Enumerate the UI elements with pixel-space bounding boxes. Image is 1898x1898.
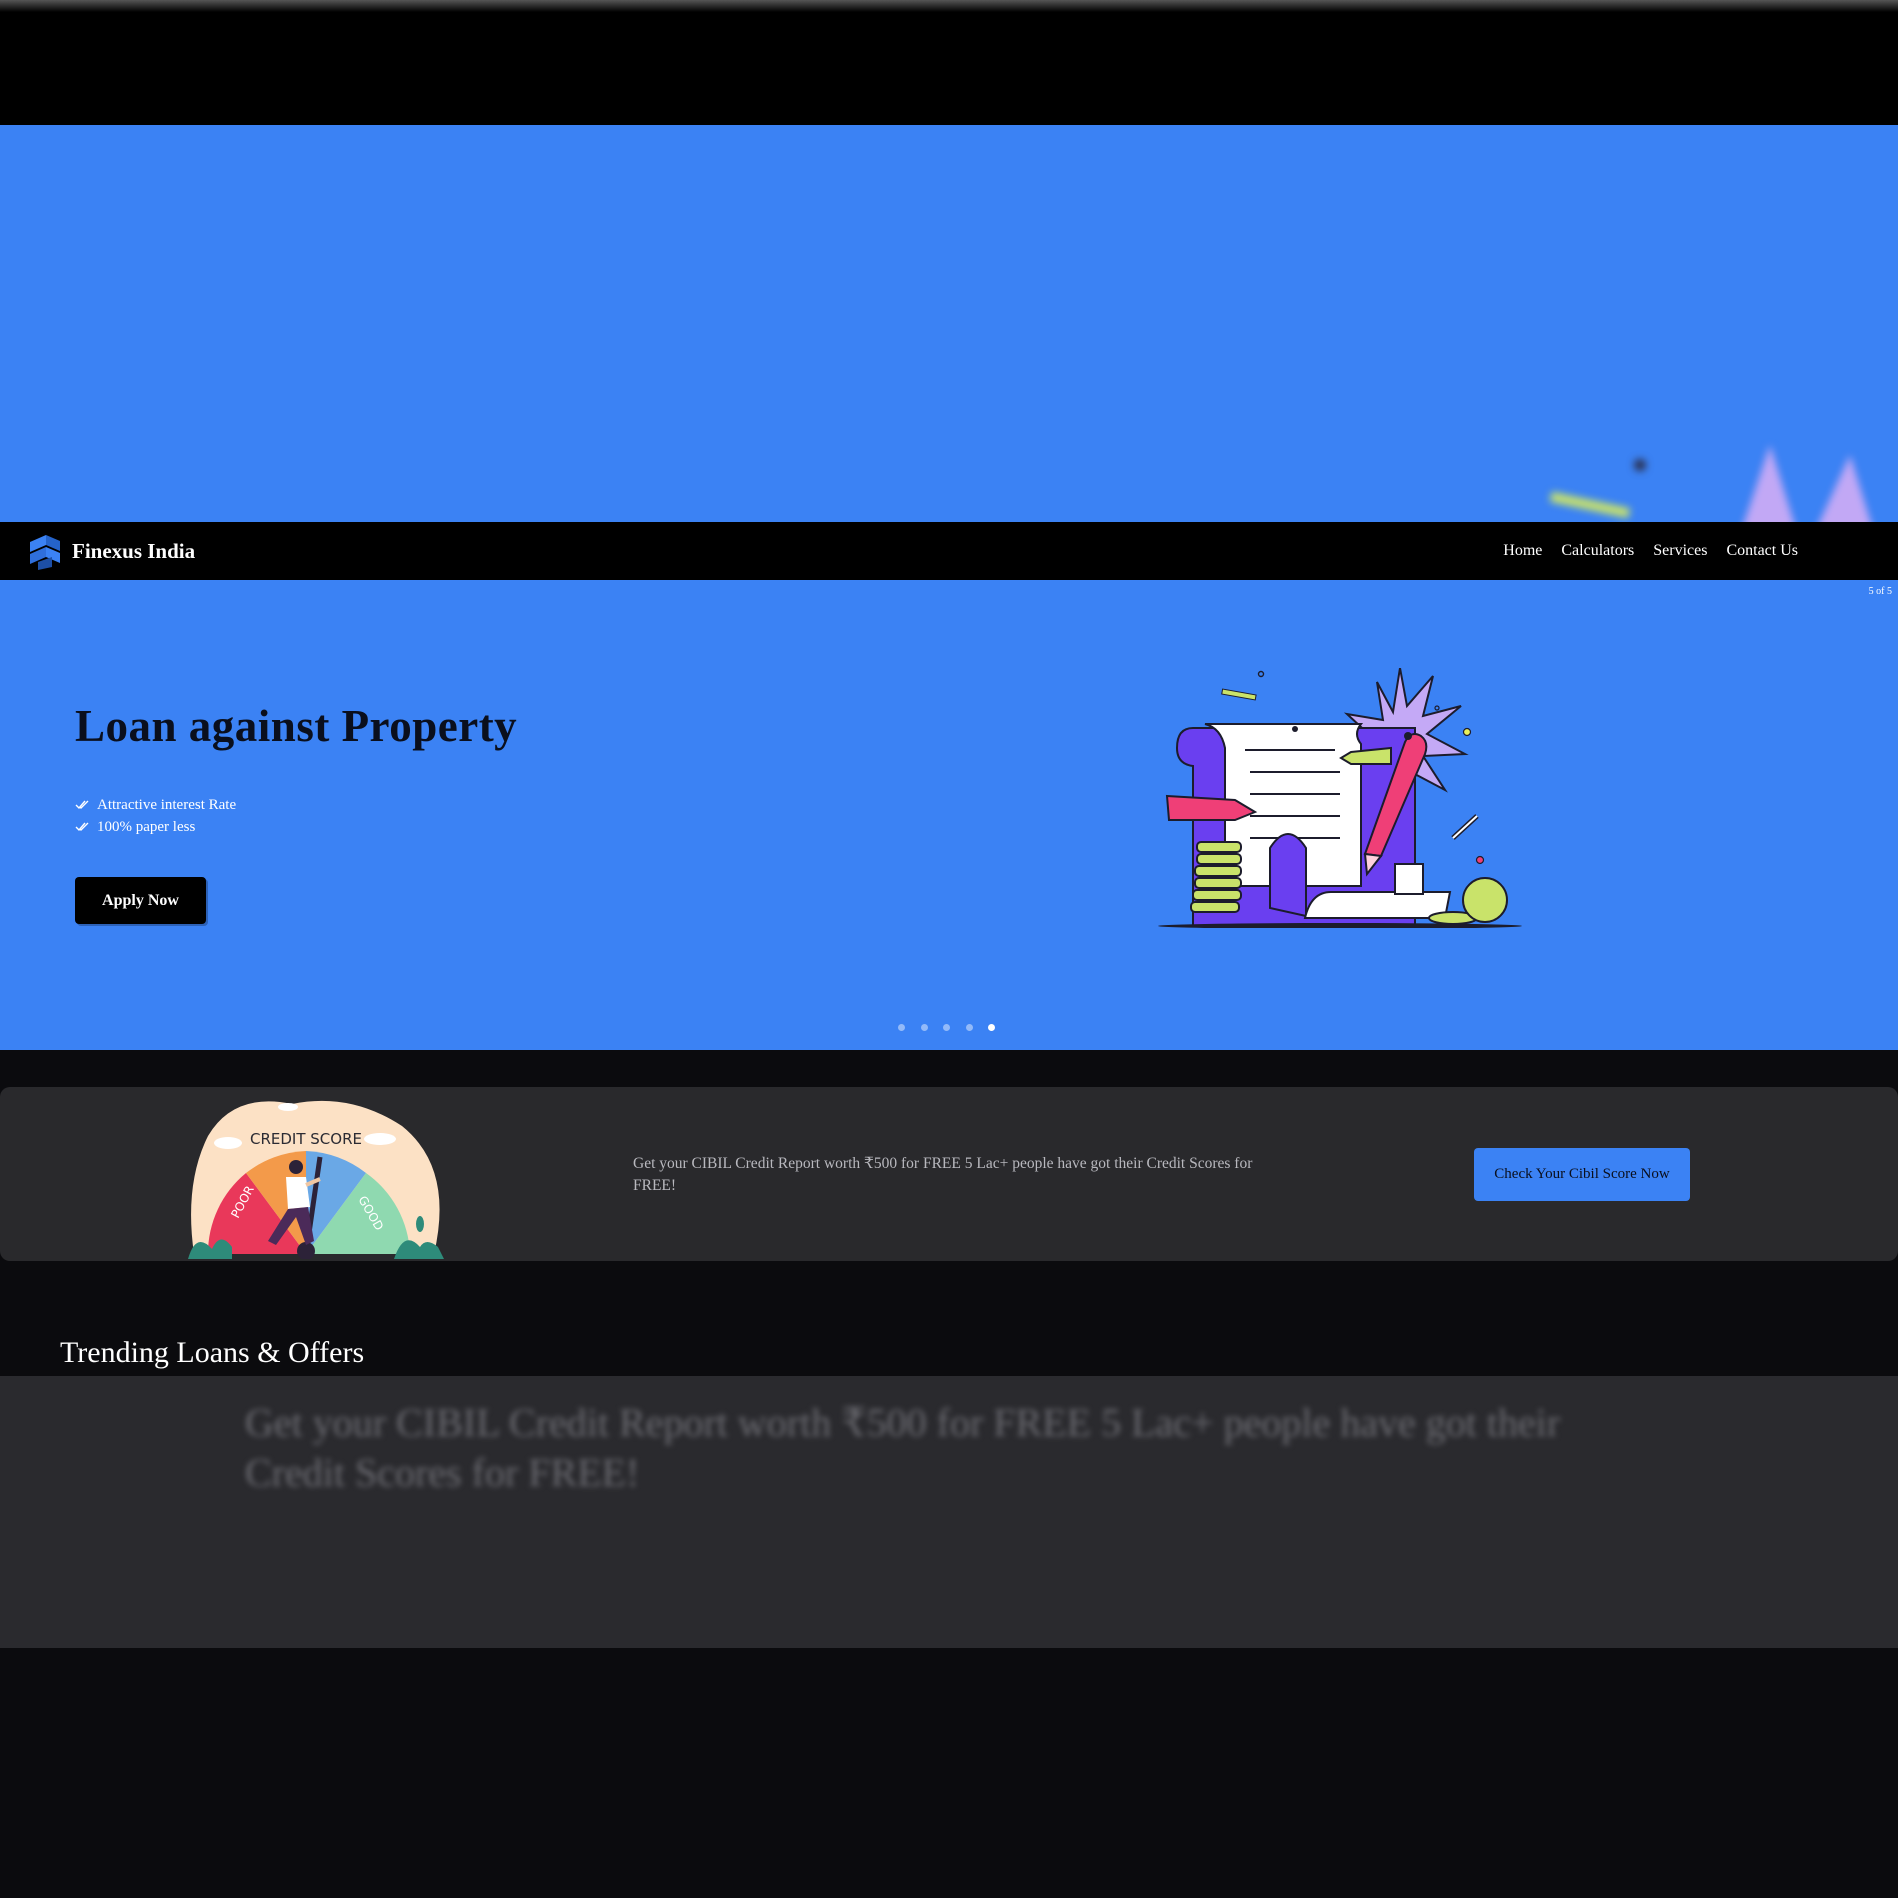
carousel-dots [898, 1024, 1011, 1031]
background-top-shade [0, 0, 1898, 12]
credit-score-illustration: CREDIT SCORE POOR GOOD [188, 1100, 444, 1259]
background-blurred-cibil-text: Get your CIBIL Credit Report worth ₹500 … [245, 1400, 1561, 1495]
background-blurred-illustration [1549, 445, 1871, 523]
slide-counter: 5 of 5 [1868, 586, 1892, 597]
trending-section-title: Trending Loans & Offers [60, 1336, 365, 1369]
nav-links: Home Calculators Services Contact Us [1484, 522, 1798, 580]
feature-list: Attractive interest Rate 100% paper less [75, 794, 236, 838]
hero-title: Loan against Property [75, 701, 518, 751]
feature-item: Attractive interest Rate [75, 794, 236, 816]
nav-link-calculators[interactable]: Calculators [1561, 542, 1634, 560]
feature-label: 100% paper less [97, 818, 196, 835]
carousel-dot-1[interactable] [898, 1024, 905, 1031]
navbar: Finexus India Home Calculators Services … [0, 522, 1898, 580]
double-check-icon [75, 800, 89, 810]
check-cibil-score-button[interactable]: Check Your Cibil Score Now [1474, 1148, 1690, 1201]
nav-link-contact-us[interactable]: Contact Us [1726, 542, 1798, 560]
credit-score-label: CREDIT SCORE [250, 1130, 362, 1148]
background-hero-blur: ty [0, 125, 1898, 523]
carousel-dot-5[interactable] [988, 1024, 995, 1031]
hero-carousel: 5 of 5 Loan against Property Attractive … [0, 580, 1898, 1050]
carousel-dot-4[interactable] [965, 1024, 973, 1031]
feature-label: Attractive interest Rate [97, 796, 237, 813]
background-top-bar [0, 0, 1898, 130]
nav-link-home[interactable]: Home [1503, 542, 1542, 560]
feature-item: 100% paper less [75, 816, 236, 838]
carousel-dot-3[interactable] [943, 1024, 950, 1031]
double-check-icon [75, 822, 89, 832]
apply-now-button[interactable]: Apply Now [75, 877, 206, 924]
brand-name: Finexus India [72, 538, 196, 563]
brand[interactable]: Finexus India [26, 532, 195, 570]
loan-document-illustration [1158, 668, 1522, 928]
cibil-card: CREDIT SCORE POOR GOOD Get your CIBIL Cr… [0, 1087, 1898, 1261]
carousel-dot-2[interactable] [920, 1024, 928, 1031]
finexus-logo-icon [30, 535, 60, 570]
cibil-promo-text: Get your CIBIL Credit Report worth ₹500 … [633, 1155, 1253, 1194]
nav-link-services[interactable]: Services [1653, 542, 1707, 560]
